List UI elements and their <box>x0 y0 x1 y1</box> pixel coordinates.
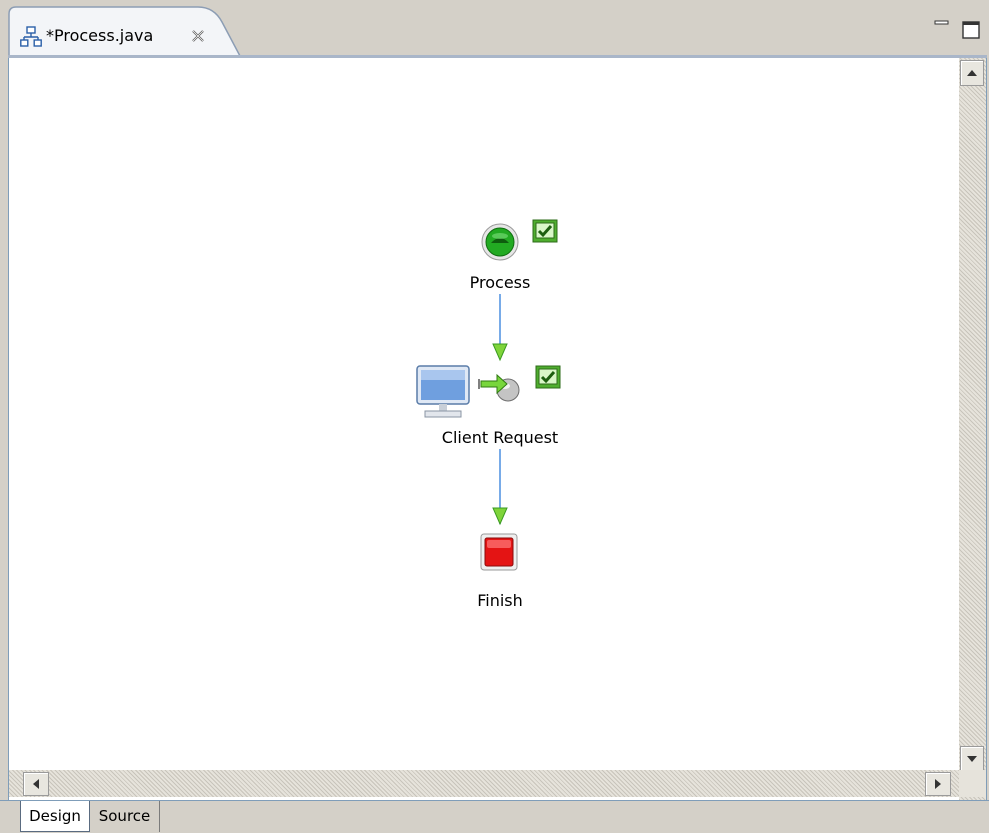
arrow-right-icon <box>935 779 941 789</box>
editor-page-tabs: Design Source <box>0 800 989 833</box>
diagram-canvas[interactable]: Process Client Request Finish <box>9 58 959 770</box>
close-icon[interactable] <box>190 28 206 44</box>
arrow-down-icon <box>967 756 977 762</box>
stop-node-icon <box>480 533 518 571</box>
maximize-icon[interactable] <box>961 20 981 40</box>
computer-monitor-icon <box>416 365 470 418</box>
editor-tab-title: *Process.java <box>46 26 154 45</box>
diagram-connections <box>492 294 508 526</box>
editor-tab-process-java[interactable]: *Process.java <box>8 6 246 56</box>
horizontal-scrollbar[interactable] <box>9 770 959 797</box>
vertical-scrollbar[interactable] <box>959 58 986 800</box>
editor-tab-strip: *Process.java <box>0 0 989 58</box>
connection-process-to-client-request[interactable] <box>492 294 508 362</box>
connection-client-request-to-finish[interactable] <box>492 449 508 526</box>
validated-check-icon <box>532 219 558 243</box>
process-diagram-icon <box>20 26 42 47</box>
scroll-down-button[interactable] <box>960 746 984 772</box>
tab-source[interactable]: Source <box>90 801 160 832</box>
minimize-icon[interactable] <box>934 18 950 32</box>
node-label-client-request: Client Request <box>441 428 559 447</box>
scroll-right-button[interactable] <box>925 772 951 796</box>
validated-check-icon <box>535 365 561 389</box>
scroll-left-button[interactable] <box>23 772 49 796</box>
arrow-left-icon <box>33 779 39 789</box>
scrollbar-corner <box>959 770 986 797</box>
node-label-process: Process <box>469 273 531 292</box>
start-node-icon <box>481 223 519 261</box>
arrow-up-icon <box>967 70 977 76</box>
scroll-up-button[interactable] <box>960 60 984 86</box>
tab-design[interactable]: Design <box>20 801 90 832</box>
node-label-finish: Finish <box>477 591 523 610</box>
client-request-icon <box>478 373 520 402</box>
